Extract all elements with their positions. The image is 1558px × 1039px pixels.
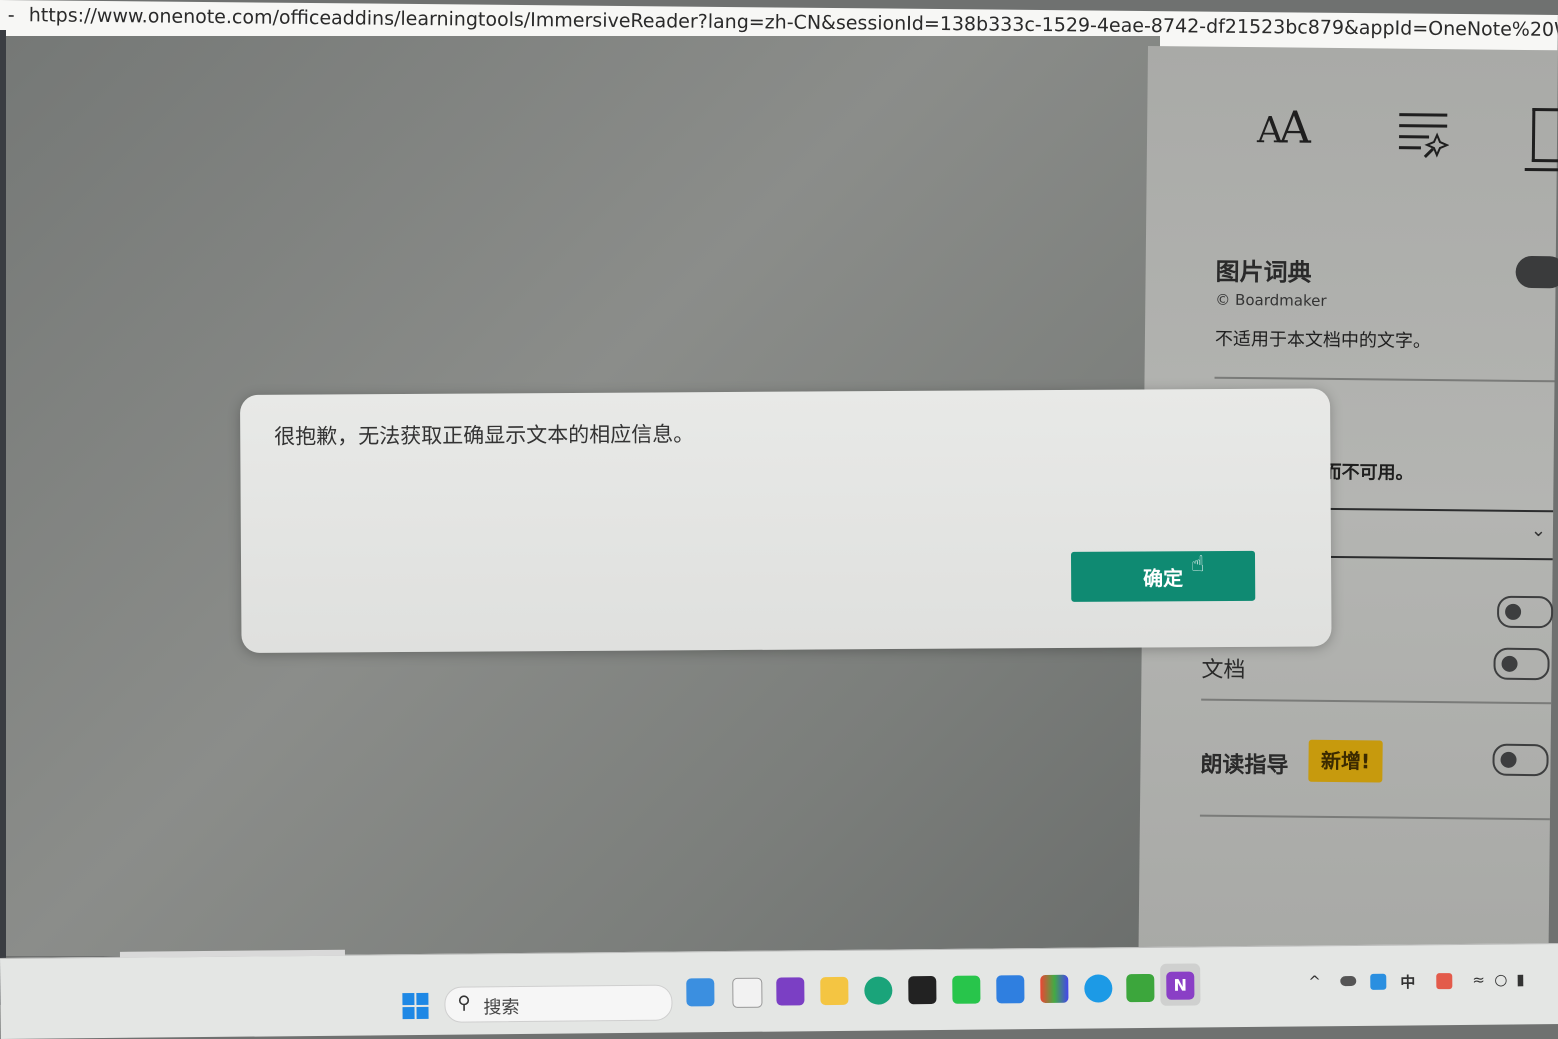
text-preferences-icon[interactable]: AA <box>1257 102 1307 154</box>
read-aloud-guidance-label: 朗读指导 <box>1200 747 1288 780</box>
progress-strip <box>120 950 345 958</box>
wechat-icon[interactable] <box>952 976 980 1004</box>
visual-studio-icon[interactable] <box>776 977 804 1005</box>
read-aloud-toggle[interactable] <box>1492 744 1548 777</box>
hand-cursor-icon: ☝ <box>1191 552 1205 577</box>
chevron-down-icon[interactable]: ⌄ <box>1531 520 1546 541</box>
volume-icon[interactable]: ○ <box>1494 971 1507 989</box>
new-badge: 新增! <box>1308 740 1382 783</box>
divider <box>1200 815 1550 821</box>
microsoft-store-icon[interactable] <box>996 975 1024 1003</box>
tray-chevron-icon[interactable]: ^ <box>1308 972 1321 990</box>
file-explorer-icon[interactable] <box>820 977 848 1005</box>
windows-start-icon[interactable] <box>402 993 428 1019</box>
edge-icon[interactable] <box>864 976 892 1004</box>
battery-icon[interactable]: ▮ <box>1516 970 1524 988</box>
picture-dictionary-credit: © Boardmaker <box>1215 291 1326 310</box>
widgets-icon[interactable] <box>686 978 714 1006</box>
search-placeholder: 搜索 <box>483 993 519 1019</box>
minecraft-icon[interactable] <box>1126 974 1154 1002</box>
unity-icon[interactable] <box>908 976 936 1004</box>
ok-button[interactable]: 确定 <box>1071 551 1255 602</box>
internet-explorer-icon[interactable] <box>1084 974 1112 1002</box>
search-icon: ⚲ <box>457 992 470 1013</box>
taskbar: ⚲ 搜索 N ^ 中 ≈ ○ ▮ <box>0 943 1558 1039</box>
url-prefix: - <box>0 4 15 26</box>
document-toggle[interactable] <box>1493 648 1549 681</box>
picture-dictionary-note: 不适用于本文档中的文字。 <box>1215 325 1431 353</box>
divider <box>1323 556 1553 560</box>
grammar-options-icon[interactable] <box>1397 109 1450 160</box>
cloud-icon[interactable] <box>1340 976 1356 986</box>
document-label: 文档 <box>1201 652 1245 684</box>
option-toggle[interactable] <box>1497 596 1553 629</box>
divider <box>1215 377 1555 383</box>
active-tab-indicator <box>1525 168 1558 171</box>
dropdown-underline <box>1323 508 1553 512</box>
tray-app-icon[interactable] <box>1370 974 1386 990</box>
picture-dictionary-title: 图片词典 <box>1215 252 1311 288</box>
notepad-icon[interactable] <box>732 978 762 1008</box>
picture-dictionary-toggle[interactable] <box>1515 256 1558 289</box>
divider <box>1201 699 1551 705</box>
tray-red-icon[interactable] <box>1436 973 1452 989</box>
wifi-icon[interactable]: ≈ <box>1472 971 1485 989</box>
dialog-message: 很抱歉，无法获取正确显示文本的相应信息。 <box>274 418 694 451</box>
error-dialog: 很抱歉，无法获取正确显示文本的相应信息。 确定 ☝ <box>240 388 1332 653</box>
colorful-app-icon[interactable] <box>1040 975 1068 1003</box>
onenote-icon[interactable]: N <box>1166 972 1194 1000</box>
taskbar-search-input[interactable]: ⚲ 搜索 <box>444 985 672 1023</box>
unavailable-note: 而不可用。 <box>1323 458 1413 485</box>
reading-preferences-icon[interactable] <box>1532 108 1558 162</box>
ime-indicator[interactable]: 中 <box>1400 971 1415 992</box>
